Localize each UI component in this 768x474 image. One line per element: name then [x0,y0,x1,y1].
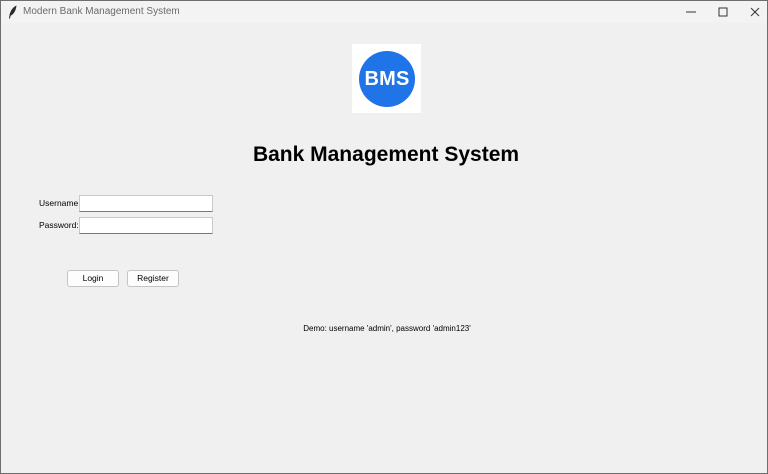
logo: BMS [352,44,421,113]
feather-icon [8,5,18,19]
page-title: Bank Management System [252,143,520,166]
close-button[interactable] [739,1,767,23]
login-button[interactable]: Login [67,270,119,287]
maximize-icon [718,7,728,17]
demo-hint: Demo: username 'admin', password 'admin1… [303,324,471,333]
minimize-icon [686,11,696,13]
register-button[interactable]: Register [127,270,179,287]
app-window: Modern Bank Management System BMS Bank M… [0,0,768,474]
username-field[interactable] [79,195,213,212]
username-label: Username: [39,198,81,208]
title-bar[interactable]: Modern Bank Management System [1,1,767,23]
minimize-button[interactable] [675,1,707,23]
close-icon [750,7,760,17]
password-label: Password: [39,220,79,230]
window-title: Modern Bank Management System [23,6,180,17]
maximize-button[interactable] [707,1,739,23]
logo-circle: BMS [359,51,415,107]
password-field[interactable] [79,217,213,234]
logo-text: BMS [364,68,410,90]
